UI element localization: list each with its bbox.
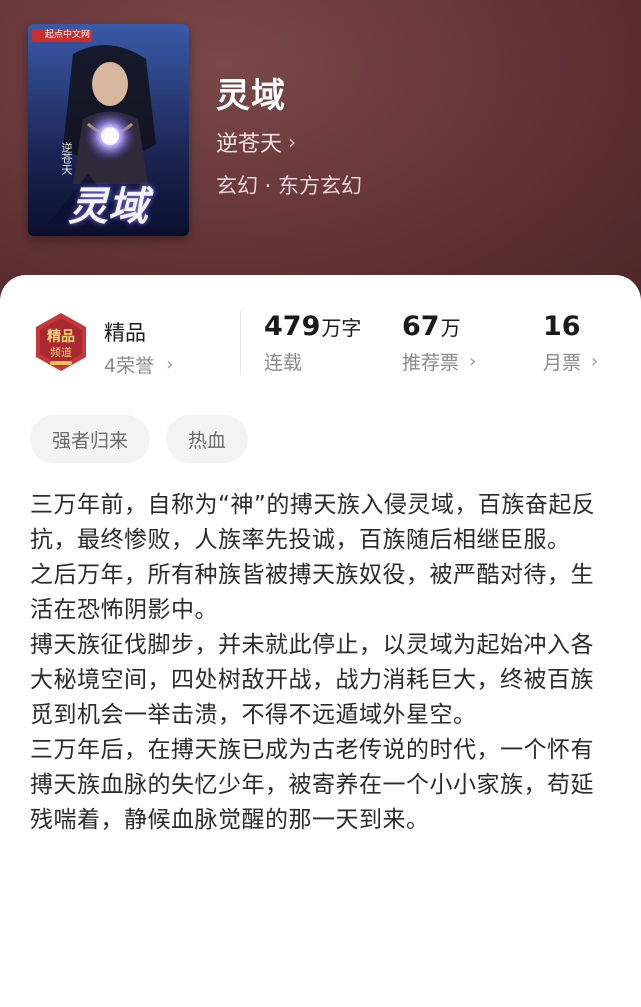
tag-chip[interactable]: 强者归来 <box>30 415 151 463</box>
word-count-unit: 万字 <box>321 316 362 340</box>
status-label: 连载 <box>264 352 303 374</box>
tag-list: 强者归来 热血 <box>30 415 264 463</box>
svg-text:精品: 精品 <box>47 328 75 345</box>
chevron-right-icon: › <box>469 351 477 372</box>
honors-count: 4荣誉 <box>104 355 155 377</box>
badge-label: 精品 <box>104 321 146 345</box>
svg-text:频道: 频道 <box>50 345 72 359</box>
book-description: 三万年前，自称为“神”的搏天族入侵灵域，百族奋起反抗，最终惨败，人族率先投诚，百… <box>30 488 612 838</box>
tag-chip[interactable]: 热血 <box>166 415 249 463</box>
honors-link[interactable]: 4荣誉 › <box>104 351 173 378</box>
description-paragraph: 三万年后，在搏天族已成为古老传说的时代，一个怀有搏天族血脉的失忆少年，被寄养在一… <box>30 737 594 833</box>
book-header: 起点中文网 灵域 逆苍天 灵域 逆苍天 › 玄幻 · 东方玄幻 <box>0 0 641 320</box>
jingpin-medal-icon[interactable]: 精品 频道 <box>30 311 92 373</box>
stats-bar: 精品 频道 精品 4荣誉 › 479万字 连载 67万 推荐票 › 16 月票 … <box>0 275 641 385</box>
chevron-right-icon: › <box>166 354 174 375</box>
author-link[interactable]: 逆苍天 › <box>216 126 296 158</box>
word-count-stat: 479万字 连载 <box>264 311 361 375</box>
book-title: 灵域 <box>216 76 286 116</box>
cover-author-art: 逆苍天 <box>60 142 73 175</box>
recommend-value: 67 <box>402 311 440 342</box>
recommend-unit: 万 <box>440 316 461 340</box>
description-paragraph: 三万年前，自称为“神”的搏天族入侵灵域，百族奋起反抗，最终惨败，人族率先投诚，百… <box>30 492 596 553</box>
chevron-right-icon: › <box>591 351 599 372</box>
recommend-label: 推荐票 <box>402 352 460 374</box>
cover-title-art: 灵域 <box>68 184 148 230</box>
recommend-ticket-stat[interactable]: 67万 推荐票 › <box>402 311 476 375</box>
book-cover[interactable]: 起点中文网 灵域 逆苍天 <box>28 24 189 236</box>
monthly-value: 16 <box>543 311 581 342</box>
book-detail-sheet: 精品 频道 精品 4荣誉 › 479万字 连载 67万 推荐票 › 16 月票 … <box>0 275 641 1007</box>
monthly-ticket-stat[interactable]: 16 月票 › <box>543 311 598 375</box>
author-name: 逆苍天 <box>216 132 283 157</box>
book-genre: 玄幻 · 东方玄幻 <box>216 174 363 198</box>
description-paragraph: 搏天族征伐脚步，并未就此停止，以灵域为起始冲入各大秘境空间，四处树敌开战，战力消… <box>30 632 594 728</box>
publisher-logo-text: 起点中文网 <box>45 30 91 40</box>
description-paragraph: 之后万年，所有种族皆被搏天族奴役，被严酷对待，生活在恐怖阴影中。 <box>30 562 594 623</box>
chevron-right-icon: › <box>288 130 297 154</box>
stats-divider <box>240 311 241 375</box>
monthly-label: 月票 <box>543 352 582 374</box>
word-count-value: 479 <box>264 311 321 342</box>
